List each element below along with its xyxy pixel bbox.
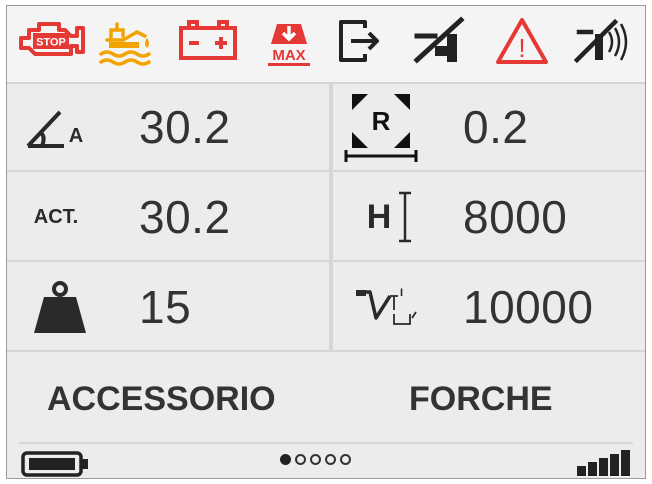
battery-icon — [21, 450, 91, 478]
status-bar — [7, 444, 645, 478]
page-dot — [325, 454, 336, 465]
exit-arrow-icon — [335, 16, 385, 66]
height-value: 8000 — [463, 191, 568, 243]
signal-bar — [577, 466, 586, 476]
display-screen: STOP MAX ! A 30.2 R 0.2 ACT. 30.2 H 8000… — [6, 5, 646, 479]
max-load-text: MAX — [272, 47, 305, 64]
height-bracket-icon — [399, 191, 412, 243]
boom-angle-icon-letter: A — [69, 125, 83, 147]
act-label: ACT. — [33, 205, 79, 228]
height-icon: H — [355, 174, 425, 260]
oil-level-icon — [97, 16, 155, 66]
actual-angle-value: 30.2 — [139, 191, 231, 243]
signal-bar — [621, 450, 630, 476]
accessory-label: ACCESSORIO — [47, 380, 276, 418]
height-label: H — [366, 197, 392, 236]
page-indicator — [280, 454, 351, 465]
column-divider — [329, 84, 333, 352]
info-row-1: A 30.2 R 0.2 — [7, 84, 645, 172]
page-dot — [340, 454, 351, 465]
signal-bar — [599, 458, 608, 476]
capacity-value: 10000 — [463, 281, 594, 333]
svg-text:I: I — [400, 287, 403, 299]
boom-angle-icon: A — [21, 84, 91, 170]
forks-label: FORCHE — [409, 380, 553, 418]
info-row-3: 15 I 10000 — [7, 264, 645, 352]
battery-warning-icon — [177, 16, 239, 62]
radius-icon-letter: R — [372, 106, 391, 136]
radius-value: 0.2 — [463, 101, 529, 153]
boom-angle-value: 30.2 — [139, 101, 231, 153]
info-row-2: ACT. 30.2 H 8000 — [7, 174, 645, 262]
load-value: 15 — [139, 281, 192, 333]
sensor-signal-icon — [573, 16, 635, 66]
act-label-box: ACT. — [21, 174, 91, 260]
page-dot — [280, 454, 291, 465]
page-dot — [295, 454, 306, 465]
signal-bar — [588, 462, 597, 476]
mast-tilt-icon — [411, 16, 469, 66]
weight-icon — [25, 264, 95, 350]
page-dot — [310, 454, 321, 465]
capacity-icon: I — [345, 264, 425, 350]
warning-icon-bar: STOP MAX ! — [7, 6, 645, 84]
max-load-icon: MAX — [261, 16, 317, 70]
signal-strength-icon — [573, 448, 635, 478]
engine-stop-text: STOP — [36, 37, 66, 49]
engine-stop-icon: STOP — [17, 16, 87, 62]
general-warning-text: ! — [518, 33, 525, 63]
general-warning-icon: ! — [495, 16, 549, 66]
signal-bar — [610, 454, 619, 476]
radius-icon: R — [341, 84, 421, 170]
